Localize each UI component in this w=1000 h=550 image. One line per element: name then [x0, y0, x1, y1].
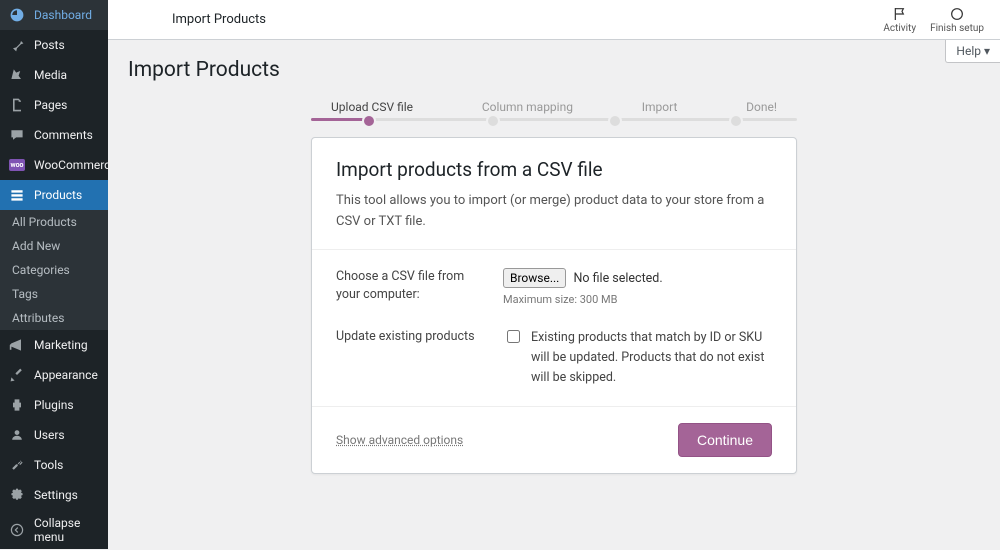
collapse-icon — [8, 521, 26, 539]
page-title: Import Products — [128, 58, 980, 82]
sidebar-label: Users — [34, 428, 65, 442]
submenu-categories[interactable]: Categories — [0, 258, 108, 282]
step-dot-3 — [608, 114, 622, 128]
products-icon — [8, 186, 26, 204]
settings-icon — [8, 486, 26, 504]
comments-icon — [8, 126, 26, 144]
tools-icon — [8, 456, 26, 474]
products-submenu: All Products Add New Categories Tags Att… — [0, 210, 108, 330]
marketing-icon — [8, 336, 26, 354]
submenu-add-new[interactable]: Add New — [0, 234, 108, 258]
progress-stepper: Upload CSV file Column mapping Import Do… — [311, 100, 797, 121]
activity-label: Activity — [883, 23, 916, 34]
update-existing-description: Existing products that match by ID or SK… — [531, 328, 772, 388]
show-advanced-link[interactable]: Show advanced options — [336, 433, 463, 447]
pin-icon — [8, 36, 26, 54]
top-bar: Import Products Activity Finish setup — [108, 0, 1000, 40]
submenu-attributes[interactable]: Attributes — [0, 306, 108, 330]
import-card: Import products from a CSV file This too… — [311, 137, 797, 474]
submenu-tags[interactable]: Tags — [0, 282, 108, 306]
sidebar-item-dashboard[interactable]: Dashboard — [0, 0, 108, 30]
topbar-actions: Activity Finish setup — [883, 6, 984, 34]
submenu-all-products[interactable]: All Products — [0, 210, 108, 234]
sidebar-item-media[interactable]: Media — [0, 60, 108, 90]
sidebar-item-tools[interactable]: Tools — [0, 450, 108, 480]
step-dot-1 — [362, 114, 376, 128]
card-title: Import products from a CSV file — [336, 158, 772, 181]
update-existing-label: Update existing products — [336, 328, 491, 388]
sidebar-label: Marketing — [34, 338, 88, 352]
media-icon — [8, 66, 26, 84]
flag-icon — [892, 6, 908, 22]
help-button[interactable]: Help ▾ — [945, 40, 1000, 63]
step-1-label: Upload CSV file — [331, 100, 413, 114]
content-area: Help ▾ Import Products Upload CSV file C… — [108, 40, 1000, 494]
sidebar-label: Comments — [34, 128, 93, 142]
card-description: This tool allows you to import (or merge… — [336, 191, 772, 233]
update-existing-checkbox[interactable] — [507, 330, 520, 343]
sidebar-item-plugins[interactable]: Plugins — [0, 390, 108, 420]
sidebar-item-posts[interactable]: Posts — [0, 30, 108, 60]
sidebar-label: Appearance — [34, 368, 98, 382]
sidebar-label: Plugins — [34, 398, 74, 412]
sidebar-label: Products — [34, 188, 82, 202]
step-2-label: Column mapping — [482, 100, 573, 114]
choose-file-label: Choose a CSV file from your computer: — [336, 268, 491, 306]
continue-button[interactable]: Continue — [678, 423, 772, 457]
users-icon — [8, 426, 26, 444]
woocommerce-icon: woo — [8, 156, 26, 174]
step-4-label: Done! — [746, 100, 777, 114]
sidebar-item-users[interactable]: Users — [0, 420, 108, 450]
sidebar-label: Media — [34, 68, 67, 82]
sidebar-label: WooCommerce — [34, 158, 117, 172]
sidebar-label: Tools — [34, 458, 63, 472]
sidebar-item-comments[interactable]: Comments — [0, 120, 108, 150]
sidebar-item-settings[interactable]: Settings — [0, 480, 108, 510]
sidebar-collapse[interactable]: Collapse menu — [0, 510, 108, 550]
sidebar-item-marketing[interactable]: Marketing — [0, 330, 108, 360]
main-area: Import Products Activity Finish setup He… — [108, 0, 1000, 549]
max-size-hint: Maximum size: 300 MB — [503, 293, 772, 306]
activity-button[interactable]: Activity — [883, 6, 916, 34]
dashboard-icon — [8, 6, 26, 24]
sidebar-label: Settings — [34, 488, 78, 502]
topbar-title: Import Products — [172, 12, 883, 27]
file-status: No file selected. — [573, 271, 662, 286]
step-dot-2 — [486, 114, 500, 128]
step-3-label: Import — [642, 100, 678, 114]
sidebar-item-woocommerce[interactable]: woo WooCommerce — [0, 150, 108, 180]
browse-button[interactable]: Browse... — [503, 268, 566, 288]
step-dot-4 — [729, 114, 743, 128]
sidebar-item-pages[interactable]: Pages — [0, 90, 108, 120]
pages-icon — [8, 96, 26, 114]
sidebar-label: Dashboard — [34, 8, 92, 22]
appearance-icon — [8, 366, 26, 384]
sidebar-label: Collapse menu — [34, 516, 100, 544]
sidebar-item-products[interactable]: Products — [0, 180, 108, 210]
plugins-icon — [8, 396, 26, 414]
sidebar-item-appearance[interactable]: Appearance — [0, 360, 108, 390]
finish-setup-button[interactable]: Finish setup — [930, 6, 984, 34]
finish-label: Finish setup — [930, 23, 984, 34]
circle-icon — [949, 6, 965, 22]
admin-sidebar: Dashboard Posts Media Pages Comments woo… — [0, 0, 108, 549]
sidebar-label: Pages — [34, 98, 67, 112]
sidebar-label: Posts — [34, 38, 65, 52]
